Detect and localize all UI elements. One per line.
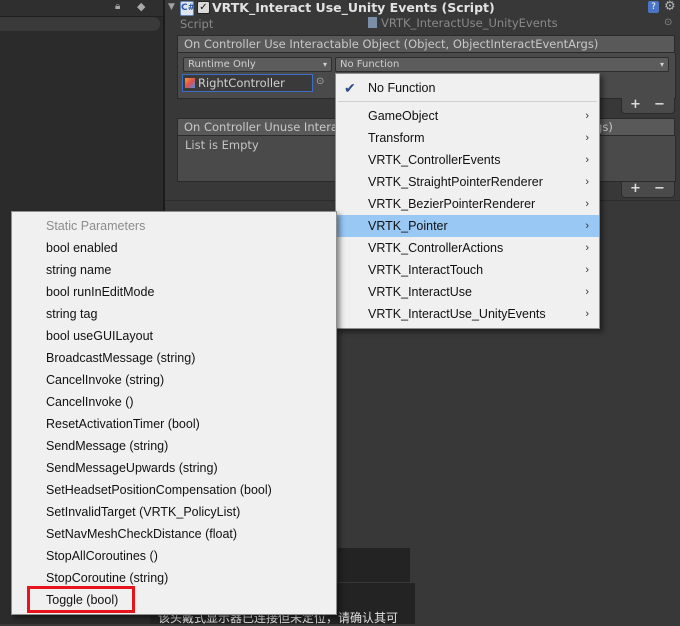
function-menu-item-label: No Function	[368, 81, 436, 95]
function-dropdown[interactable]: No Function ▾	[335, 57, 669, 72]
function-menu-item[interactable]: VRTK_InteractUse ›	[336, 281, 599, 303]
function-menu-item[interactable]: Transform ›	[336, 127, 599, 149]
function-menu-item-label: Transform	[368, 131, 425, 145]
dropdown-arrow-icon: ▾	[659, 60, 664, 69]
function-menu-item-label: VRTK_InteractUse_UnityEvents	[368, 307, 546, 321]
remove-listener-button[interactable]: −	[654, 97, 665, 112]
target-object-value: RightController	[198, 76, 285, 90]
submenu-arrow-icon: ›	[585, 264, 589, 276]
function-menu-item[interactable]: VRTK_ControllerActions ›	[336, 237, 599, 259]
submenu-arrow-icon: ›	[585, 220, 589, 232]
script-label: Script	[180, 17, 214, 31]
function-menu-item-label: GameObject	[368, 109, 439, 123]
runtime-mode-dropdown[interactable]: Runtime Only ▾	[183, 57, 332, 72]
script-field-value: VRTK_InteractUse_UnityEvents	[381, 16, 558, 30]
script-file-icon	[368, 17, 377, 28]
menu-separator	[338, 101, 597, 102]
function-menu-item[interactable]: GameObject ›	[336, 105, 599, 127]
event-use-header: On Controller Use Interactable Object (O…	[177, 35, 675, 53]
target-object-field[interactable]: RightController	[182, 74, 313, 92]
submenu-arrow-icon: ›	[585, 176, 589, 188]
gameobject-cube-icon	[185, 78, 195, 88]
function-menu-item-label: VRTK_ControllerActions	[368, 241, 504, 255]
checkmark-icon: ✔	[344, 80, 356, 96]
member-menu-item[interactable]: SendMessage (string)	[12, 435, 336, 457]
menu-section-header: Static Parameters	[46, 219, 146, 233]
function-menu-item-label: VRTK_StraightPointerRenderer	[368, 175, 543, 189]
function-menu-item[interactable]: VRTK_InteractUse_UnityEvents ›	[336, 303, 599, 325]
object-picker-icon[interactable]: ⊙	[316, 76, 324, 87]
member-menu-item[interactable]: SetNavMeshCheckDistance (float)	[12, 523, 336, 545]
member-menu-item[interactable]: string name	[12, 259, 336, 281]
hierarchy-search-field[interactable]	[0, 17, 160, 31]
function-menu-item[interactable]: ✔ No Function	[336, 77, 599, 99]
help-icon[interactable]: ?	[648, 1, 659, 13]
tag-icon[interactable]: ◆	[137, 0, 145, 13]
submenu-arrow-icon: ›	[585, 198, 589, 210]
csharp-script-icon: C#	[180, 1, 195, 16]
member-menu-item[interactable]: bool runInEditMode	[12, 281, 336, 303]
add-listener-button[interactable]: +	[630, 181, 641, 196]
member-menu-item[interactable]: CancelInvoke (string)	[12, 369, 336, 391]
component-enabled-checkbox[interactable]: ✓	[197, 1, 210, 14]
add-listener-button[interactable]: +	[630, 97, 641, 112]
member-menu-item[interactable]: ResetActivationTimer (bool)	[12, 413, 336, 435]
member-menu-item[interactable]: bool useGUILayout	[12, 325, 336, 347]
function-menu-item-label: VRTK_InteractUse	[368, 285, 472, 299]
submenu-arrow-icon: ›	[585, 286, 589, 298]
member-menu-item[interactable]: SetHeadsetPositionCompensation (bool)	[12, 479, 336, 501]
popup-fragment	[338, 548, 410, 582]
function-menu-item[interactable]: VRTK_BezierPointerRenderer ›	[336, 193, 599, 215]
script-field[interactable]: VRTK_InteractUse_UnityEvents	[368, 16, 658, 31]
member-menu-item[interactable]: CancelInvoke ()	[12, 391, 336, 413]
remove-listener-button[interactable]: −	[654, 181, 665, 196]
function-menu-item[interactable]: VRTK_InteractTouch ›	[336, 259, 599, 281]
annotation-highlight-box	[27, 586, 135, 613]
runtime-mode-value: Runtime Only	[188, 59, 256, 70]
member-menu-item[interactable]: string tag	[12, 303, 336, 325]
gear-icon[interactable]: ⚙	[664, 0, 676, 14]
function-menu-item-label: VRTK_ControllerEvents	[368, 153, 501, 167]
list-empty-label: List is Empty	[185, 138, 259, 152]
function-menu-item[interactable]: VRTK_ControllerEvents ›	[336, 149, 599, 171]
submenu-arrow-icon: ›	[585, 154, 589, 166]
submenu-arrow-icon: ›	[585, 242, 589, 254]
member-menu-item[interactable]: SetInvalidTarget (VRTK_PolicyList)	[12, 501, 336, 523]
function-menu-item[interactable]: VRTK_Pointer ›	[336, 215, 599, 237]
function-menu: ✔ No Function GameObject › Transform › VRTK_Co…	[335, 73, 600, 329]
submenu-arrow-icon: ›	[585, 308, 589, 320]
member-menu-item[interactable]: SendMessageUpwards (string)	[12, 457, 336, 479]
function-menu-item-label: VRTK_InteractTouch	[368, 263, 484, 277]
member-menu-item[interactable]: BroadcastMessage (string)	[12, 347, 336, 369]
member-menu: Static Parameters bool enabled string name…	[11, 211, 337, 615]
submenu-arrow-icon: ›	[585, 110, 589, 122]
lock-icon[interactable]: 🔒︎	[115, 1, 120, 12]
component-title: VRTK_Interact Use_Unity Events (Script)	[212, 0, 495, 15]
fold-arrow-icon[interactable]: ▼	[168, 2, 175, 12]
function-menu-item-label: VRTK_Pointer	[368, 219, 448, 233]
function-menu-item-label: VRTK_BezierPointerRenderer	[368, 197, 536, 211]
object-picker-icon[interactable]: ⊙	[664, 17, 672, 28]
member-menu-item[interactable]: bool enabled	[12, 237, 336, 259]
function-menu-item[interactable]: VRTK_StraightPointerRenderer ›	[336, 171, 599, 193]
submenu-arrow-icon: ›	[585, 132, 589, 144]
dropdown-arrow-icon: ▾	[322, 60, 327, 69]
function-value: No Function	[340, 59, 400, 70]
member-menu-item[interactable]: StopAllCoroutines ()	[12, 545, 336, 567]
